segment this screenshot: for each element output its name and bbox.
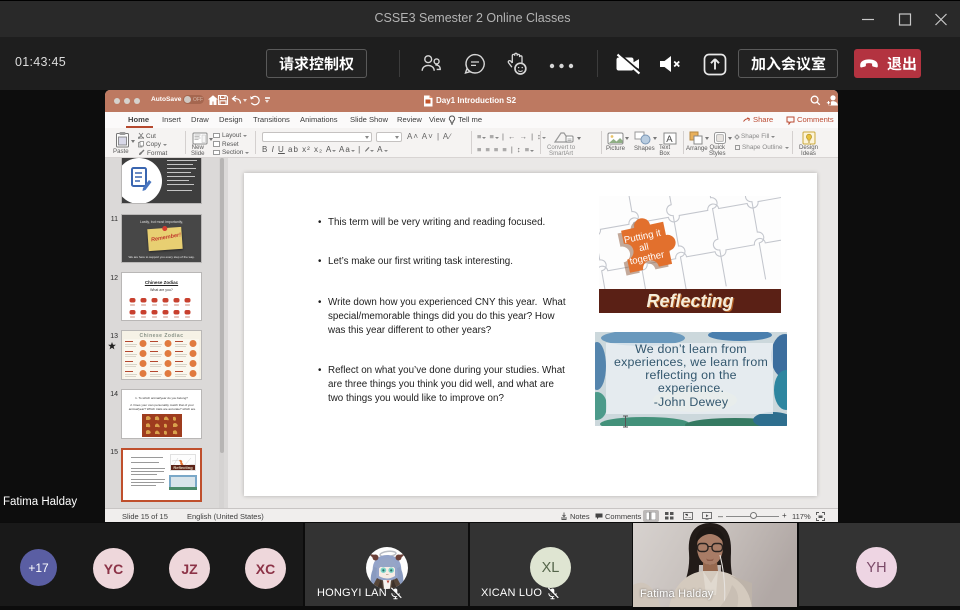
svg-text:A: A — [666, 134, 673, 145]
